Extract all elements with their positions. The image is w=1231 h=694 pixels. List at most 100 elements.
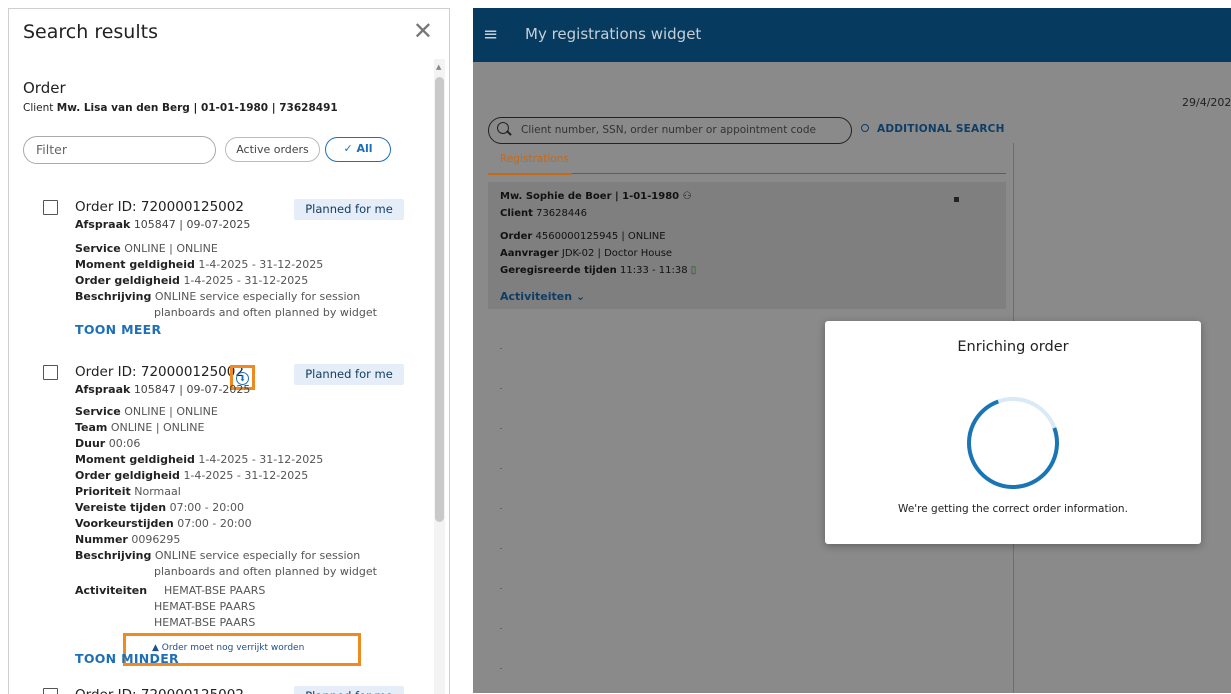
tab-active-indicator (488, 173, 572, 175)
list-divider (500, 508, 502, 509)
card-aanvrager-value: JDK-02 | Doctor House (561, 248, 673, 259)
active-orders-chip[interactable]: Active orders (225, 137, 320, 162)
detail-row: Beschrijving ONLINE service especially f… (75, 290, 360, 303)
client-label: Client (23, 102, 54, 114)
detail-row: Beschrijving ONLINE service especially f… (75, 549, 360, 562)
activiteiten-toggle[interactable]: Activiteiten ⌄ (500, 290, 585, 303)
status-badge: Planned for me (294, 364, 404, 385)
order-id: Order ID: 720000125002 (75, 199, 244, 215)
loading-spinner (967, 397, 1059, 489)
registrations-widget: ≡ My registrations widget 29/4/2025 Clie… (473, 8, 1231, 693)
close-icon[interactable]: ✕ (413, 19, 433, 43)
card-order-value: 4560000125945 | ONLINE (535, 231, 666, 242)
row-label: Beschrijving (75, 290, 152, 303)
list-divider (500, 468, 502, 469)
additional-search-button[interactable]: ADDITIONAL SEARCH (877, 123, 1005, 135)
scrollbar-thumb[interactable] (435, 77, 444, 522)
filter-input[interactable]: Filter (23, 136, 216, 164)
row-label: Moment geldigheid (75, 258, 195, 271)
panel-title: Search results (23, 21, 158, 43)
row-label: Vereiste tijden (75, 501, 167, 514)
row-value: ONLINE | ONLINE (110, 421, 205, 434)
status-badge: Planned for me (294, 199, 404, 220)
card-tijden-value: 11:33 - 11:38 (619, 265, 688, 276)
document-icon[interactable]: ▯ (691, 265, 697, 276)
row-label: Service (75, 405, 121, 418)
afspraak-label: Afspraak (75, 383, 131, 396)
menu-icon[interactable]: ≡ (483, 24, 498, 45)
row-value: ONLINE service especially for session (154, 549, 361, 562)
card-client-line: Client 73628446 (500, 208, 587, 219)
row-label: Team (75, 421, 108, 434)
detail-row: Voorkeurstijden 07:00 - 20:00 (75, 517, 252, 530)
order-checkbox[interactable] (43, 688, 58, 694)
client-info: Client Mw. Lisa van den Berg | 01-01-198… (23, 102, 338, 114)
detail-row: Moment geldigheid 1-4-2025 - 31-12-2025 (75, 453, 323, 466)
detail-row: Prioriteit Normaal (75, 485, 181, 498)
list-divider (500, 668, 502, 669)
card-tijden-line: Geregisreerde tijden 11:33 - 11:38 ▯ (500, 265, 696, 276)
card-aanvrager-line: Aanvrager JDK-02 | Doctor House (500, 248, 672, 259)
list-divider (500, 348, 502, 349)
description-continuation: planboards and often planned by widget (154, 306, 377, 319)
card-name-line: Mw. Sophie de Boer | 1-01-1980 ⚇ (500, 191, 692, 202)
afspraak-value: 105847 | 09-07-2025 (133, 218, 251, 231)
description-continuation: planboards and often planned by widget (154, 565, 377, 578)
toon-minder-link[interactable]: TOON MINDER (75, 651, 179, 666)
order-checkbox[interactable] (43, 365, 58, 380)
row-label: Order geldigheid (75, 274, 180, 287)
row-value: ONLINE | ONLINE (124, 405, 218, 418)
toon-meer-link[interactable]: TOON MEER (75, 322, 161, 337)
afspraak-label: Afspraak (75, 218, 131, 231)
list-divider (500, 588, 502, 589)
row-value: Normaal (134, 485, 181, 498)
afspraak-line: Afspraak 105847 | 09-07-2025 (75, 383, 250, 396)
row-label: Duur (75, 437, 106, 450)
row-label: Voorkeurstijden (75, 517, 174, 530)
search-results-panel: Search results ✕ ▲ Order Client Mw. Lisa… (8, 8, 450, 694)
detail-row: Team ONLINE | ONLINE (75, 421, 204, 434)
detail-row: Order geldigheid 1-4-2025 - 31-12-2025 (75, 274, 308, 287)
activiteiten-row: Activiteiten (75, 584, 147, 597)
search-icon (497, 122, 509, 134)
section-heading: Order (23, 79, 66, 97)
row-value: ONLINE | ONLINE (124, 242, 218, 255)
row-label: Service (75, 242, 121, 255)
app-title: My registrations widget (525, 25, 702, 43)
spinner-arc (967, 397, 1059, 489)
list-divider (500, 388, 502, 389)
row-value: 1-4-2025 - 31-12-2025 (198, 258, 324, 271)
row-value: 1-4-2025 - 31-12-2025 (183, 469, 309, 482)
additional-search-icon[interactable] (861, 124, 869, 132)
dialog-message: We're getting the correct order informat… (898, 503, 1128, 515)
card-name: Mw. Sophie de Boer | 1-01-1980 ⚇ (500, 191, 692, 202)
row-value: 0096295 (131, 533, 181, 546)
all-chip[interactable]: ✓ All (325, 137, 391, 162)
list-divider (500, 548, 502, 549)
afspraak-line: Afspraak 105847 | 09-07-2025 (75, 218, 250, 231)
list-divider (500, 428, 502, 429)
activity-item: HEMAT-BSE PAARS (154, 616, 256, 629)
order-checkbox[interactable] (43, 200, 58, 215)
scroll-up-icon[interactable]: ▲ (436, 63, 441, 71)
order-id: Order ID: 720000125002 (75, 364, 244, 380)
list-divider (500, 628, 502, 629)
date-label: 29/4/2025 (1182, 96, 1231, 109)
row-value: 07:00 - 20:00 (169, 501, 244, 514)
tab-registrations[interactable]: Registrations (500, 153, 569, 165)
card-tijden-label: Geregisreerde tijden (500, 265, 617, 276)
row-label: Nummer (75, 533, 128, 546)
afspraak-value: 105847 | 09-07-2025 (133, 383, 251, 396)
card-menu-icon[interactable] (954, 197, 959, 202)
registration-card[interactable]: Mw. Sophie de Boer | 1-01-1980 ⚇ Client … (488, 182, 1006, 309)
activity-item: HEMAT-BSE PAARS (164, 584, 266, 597)
detail-row: Nummer 0096295 (75, 533, 180, 546)
detail-row: Order geldigheid 1-4-2025 - 31-12-2025 (75, 469, 308, 482)
row-label: Activiteiten (75, 584, 148, 597)
card-client-label: Client (500, 208, 533, 219)
scrollbar[interactable]: ▲ (434, 59, 445, 694)
row-label: Moment geldigheid (75, 453, 195, 466)
row-label: Order geldigheid (75, 469, 180, 482)
search-input[interactable]: Client number, SSN, order number or appo… (488, 117, 852, 144)
dialog-title: Enriching order (957, 339, 1069, 355)
